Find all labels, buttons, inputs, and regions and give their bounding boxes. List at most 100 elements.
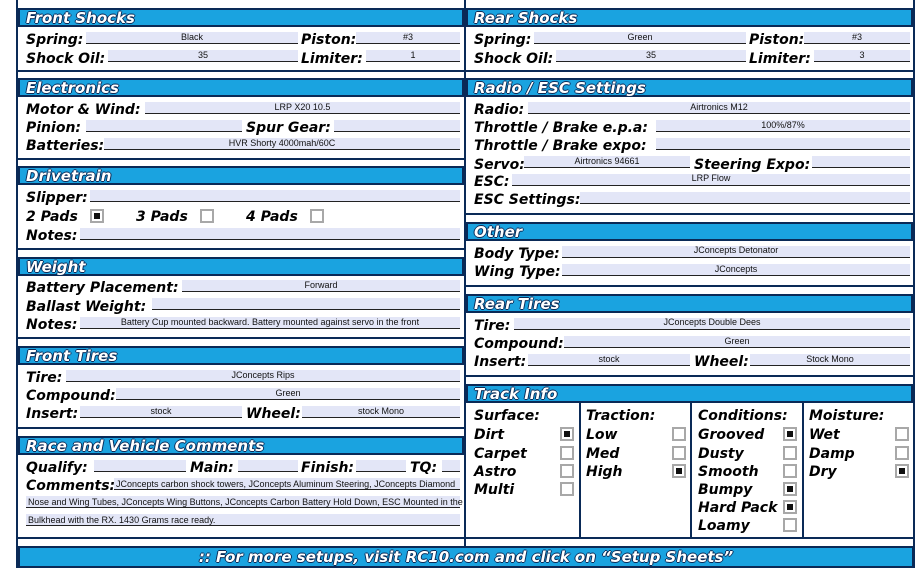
front-limiter-value: 1 xyxy=(410,50,416,60)
surface-multi-checkbox[interactable] xyxy=(560,482,574,496)
front-wheel-label: Wheel: xyxy=(246,406,301,422)
pad-2-label: 2 Pads xyxy=(26,209,78,225)
footer-banner[interactable]: :: For more setups, visit RC10.com and c… xyxy=(18,546,914,568)
cond-loamy-checkbox[interactable] xyxy=(783,518,797,532)
rear-shocks-title: Rear Shocks xyxy=(474,9,578,27)
cond-dusty-label: Dusty xyxy=(698,446,744,462)
pad-3-label: 3 Pads xyxy=(136,209,188,225)
electronics-title: Electronics xyxy=(26,79,119,97)
rear-tire-value: JConcepts Double Dees xyxy=(663,317,761,327)
cond-grooved-checkbox[interactable] xyxy=(783,427,797,441)
qualify-field[interactable] xyxy=(94,460,186,472)
front-shocks-header: Front Shocks xyxy=(18,8,464,27)
radio-header: Radio / ESC Settings xyxy=(466,78,913,97)
comments-line-2: Nose and Wing Tubes, JConcepts Wing Butt… xyxy=(28,497,463,507)
surface-carpet-checkbox[interactable] xyxy=(560,446,574,460)
servo-value: Airtronics 94661 xyxy=(574,156,640,166)
moisture-dry-label: Dry xyxy=(809,464,837,480)
main-field[interactable] xyxy=(238,460,298,472)
drivetrain-notes-field[interactable] xyxy=(80,228,460,240)
cond-bumpy-label: Bumpy xyxy=(698,482,753,498)
cond-smooth-checkbox[interactable] xyxy=(783,464,797,478)
front-piston-label: Piston: xyxy=(301,32,357,48)
motor-value: LRP X20 10.5 xyxy=(274,102,331,112)
comments-title: Race and Vehicle Comments xyxy=(26,437,265,455)
rear-wheel-label: Wheel: xyxy=(694,354,749,370)
cond-hardpack-checkbox[interactable] xyxy=(783,500,797,514)
spur-field[interactable] xyxy=(334,120,460,132)
front-shocks-title: Front Shocks xyxy=(26,9,135,27)
batteries-label: Batteries: xyxy=(26,138,105,154)
body-label: Body Type: xyxy=(474,246,560,262)
traction-low-checkbox[interactable] xyxy=(672,427,686,441)
front-tires-header: Front Tires xyxy=(18,346,464,365)
ballast-field[interactable] xyxy=(152,298,460,310)
moisture-wet-checkbox[interactable] xyxy=(895,427,909,441)
weight-header: Weight xyxy=(18,257,464,276)
rear-oil-label: Shock Oil: xyxy=(474,51,554,67)
traction-low-label: Low xyxy=(586,427,618,443)
track-title: Track Info xyxy=(474,385,558,403)
comments-header: Race and Vehicle Comments xyxy=(18,436,464,455)
surface-multi-label: Multi xyxy=(474,482,515,498)
slipper-field[interactable] xyxy=(90,190,460,202)
esc-settings-label: ESC Settings: xyxy=(474,192,581,208)
moisture-label: Moisture: xyxy=(809,408,885,424)
tq-field[interactable] xyxy=(442,460,460,472)
steering-expo-field[interactable] xyxy=(812,156,910,168)
finish-field[interactable] xyxy=(356,460,406,472)
cond-grooved-label: Grooved xyxy=(698,427,765,443)
wing-value: JConcepts xyxy=(714,264,758,274)
cond-bumpy-checkbox[interactable] xyxy=(783,482,797,496)
surface-label: Surface: xyxy=(474,408,540,424)
surface-dirt-label: Dirt xyxy=(474,427,505,443)
pad-2-checkbox[interactable] xyxy=(90,209,104,223)
weight-notes-value: Battery Cup mounted backward. Battery mo… xyxy=(120,317,420,327)
esc-label: ESC: xyxy=(474,174,510,190)
comments-label: Comments: xyxy=(26,478,116,494)
front-insert-value: stock xyxy=(150,406,172,416)
pad-3-checkbox[interactable] xyxy=(200,209,214,223)
pad-4-checkbox[interactable] xyxy=(310,209,324,223)
surface-dirt-checkbox[interactable] xyxy=(560,427,574,441)
rear-piston-value: #3 xyxy=(851,32,862,42)
traction-high-checkbox[interactable] xyxy=(672,464,686,478)
battery-placement-label: Battery Placement: xyxy=(26,280,179,296)
front-limiter-label: Limiter: xyxy=(301,51,363,67)
footer-text: :: For more setups, visit RC10.com and c… xyxy=(198,548,734,566)
cond-dusty-checkbox[interactable] xyxy=(783,446,797,460)
cond-loamy-label: Loamy xyxy=(698,518,750,534)
steering-expo-label: Steering Expo: xyxy=(694,157,811,173)
rear-insert-label: Insert: xyxy=(474,354,527,370)
rear-oil-value: 35 xyxy=(645,50,656,60)
divider xyxy=(466,285,913,287)
moisture-damp-label: Damp xyxy=(809,446,855,462)
surface-astro-checkbox[interactable] xyxy=(560,464,574,478)
slipper-label: Slipper: xyxy=(26,190,88,206)
rear-wheel-value: Stock Mono xyxy=(806,354,854,364)
traction-label: Traction: xyxy=(586,408,656,424)
drivetrain-title: Drivetrain xyxy=(26,167,112,185)
radio-value: Airtronics M12 xyxy=(690,102,748,112)
expo-field[interactable] xyxy=(656,138,910,150)
front-spring-value: Black xyxy=(180,32,203,42)
front-oil-value: 35 xyxy=(197,50,208,60)
divider xyxy=(18,248,464,250)
divider xyxy=(466,213,913,215)
surface-astro-label: Astro xyxy=(474,464,517,480)
radio-label: Radio: xyxy=(474,102,525,118)
rear-spring-value: Green xyxy=(627,32,653,42)
front-insert-label: Insert: xyxy=(26,406,79,422)
other-header: Other xyxy=(466,222,913,241)
moisture-damp-checkbox[interactable] xyxy=(895,446,909,460)
surface-carpet-label: Carpet xyxy=(474,446,527,462)
esc-settings-field[interactable] xyxy=(580,192,910,204)
traction-med-checkbox[interactable] xyxy=(672,446,686,460)
divider xyxy=(18,158,464,160)
wing-label: Wing Type: xyxy=(474,264,561,280)
pinion-field[interactable] xyxy=(86,120,242,132)
track-header: Track Info xyxy=(466,384,913,403)
comments-line-1: JConcepts carbon shock towers, JConcepts… xyxy=(116,479,456,489)
cond-hardpack-label: Hard Pack xyxy=(698,500,778,516)
moisture-dry-checkbox[interactable] xyxy=(895,464,909,478)
